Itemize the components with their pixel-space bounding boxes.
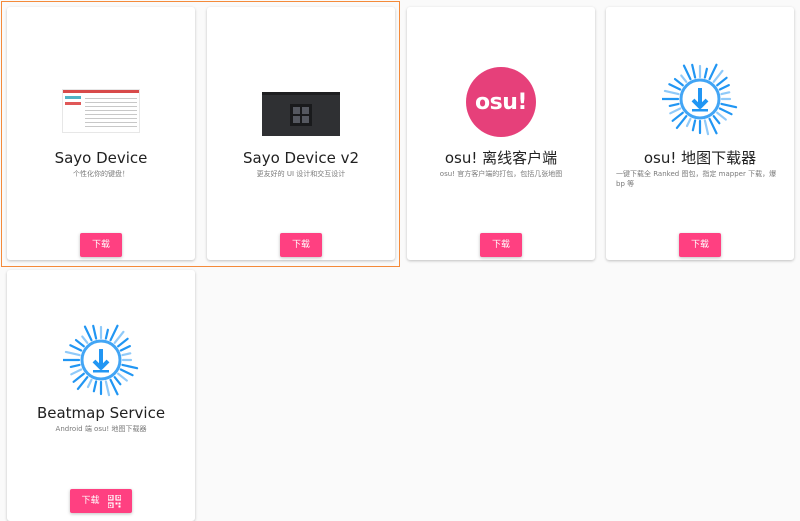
card-title: Sayo Device [54,149,148,167]
download-button[interactable]: 下载 [70,489,132,513]
qr-code-icon[interactable] [107,494,121,508]
card-title: Beatmap Service [36,404,166,422]
card-osu-offline-client[interactable]: osu! osu! 离线客户端 osu! 官方客户端的打包，包括几张地图 下载 [407,7,595,260]
card-description: Android 端 osu! 地图下载器 [55,425,147,433]
card-description: 更友好的 UI 设计和交互设计 [256,170,346,178]
card-description: 个性化你的键盘！ [73,170,129,178]
sayo-device-screenshot [62,89,140,133]
card-title: osu! 离线客户端 [444,149,558,167]
app-grid: Sayo Device 个性化你的键盘！ 下载 Sayo Device v2 更… [0,0,800,521]
osu-logo: osu! [466,67,536,137]
download-button[interactable]: 下载 [280,233,322,257]
card-media [7,324,195,398]
card-description: osu! 官方客户端的打包，包括几张地图 [439,170,563,178]
card-sayo-device[interactable]: Sayo Device 个性化你的键盘！ 下载 [7,7,195,260]
card-osu-map-downloader[interactable]: osu! 地图下载器 一键下载全 Ranked 图包，指定 mapper 下载，… [606,7,794,260]
card-media [207,65,395,137]
card-title: Sayo Device v2 [242,149,360,167]
card-media [606,63,794,137]
card-media: osu! [407,65,595,137]
card-beatmap-service[interactable]: Beatmap Service Android 端 osu! 地图下载器 下载 [7,270,195,521]
sayo-device-v2-screenshot [262,92,340,136]
card-media [7,65,195,137]
card-title: osu! 地图下载器 [643,149,757,167]
card-description: 一键下载全 Ranked 图包，指定 mapper 下载，爆 bp 等 [616,170,777,188]
download-label: 下载 [81,496,100,506]
download-button[interactable]: 下载 [80,233,122,257]
card-sayo-device-v2[interactable]: Sayo Device v2 更友好的 UI 设计和交互设计 下载 [207,7,395,260]
download-burst-icon [662,63,738,136]
download-button[interactable]: 下载 [679,233,721,257]
download-button[interactable]: 下载 [480,233,522,257]
download-burst-icon [63,324,139,397]
